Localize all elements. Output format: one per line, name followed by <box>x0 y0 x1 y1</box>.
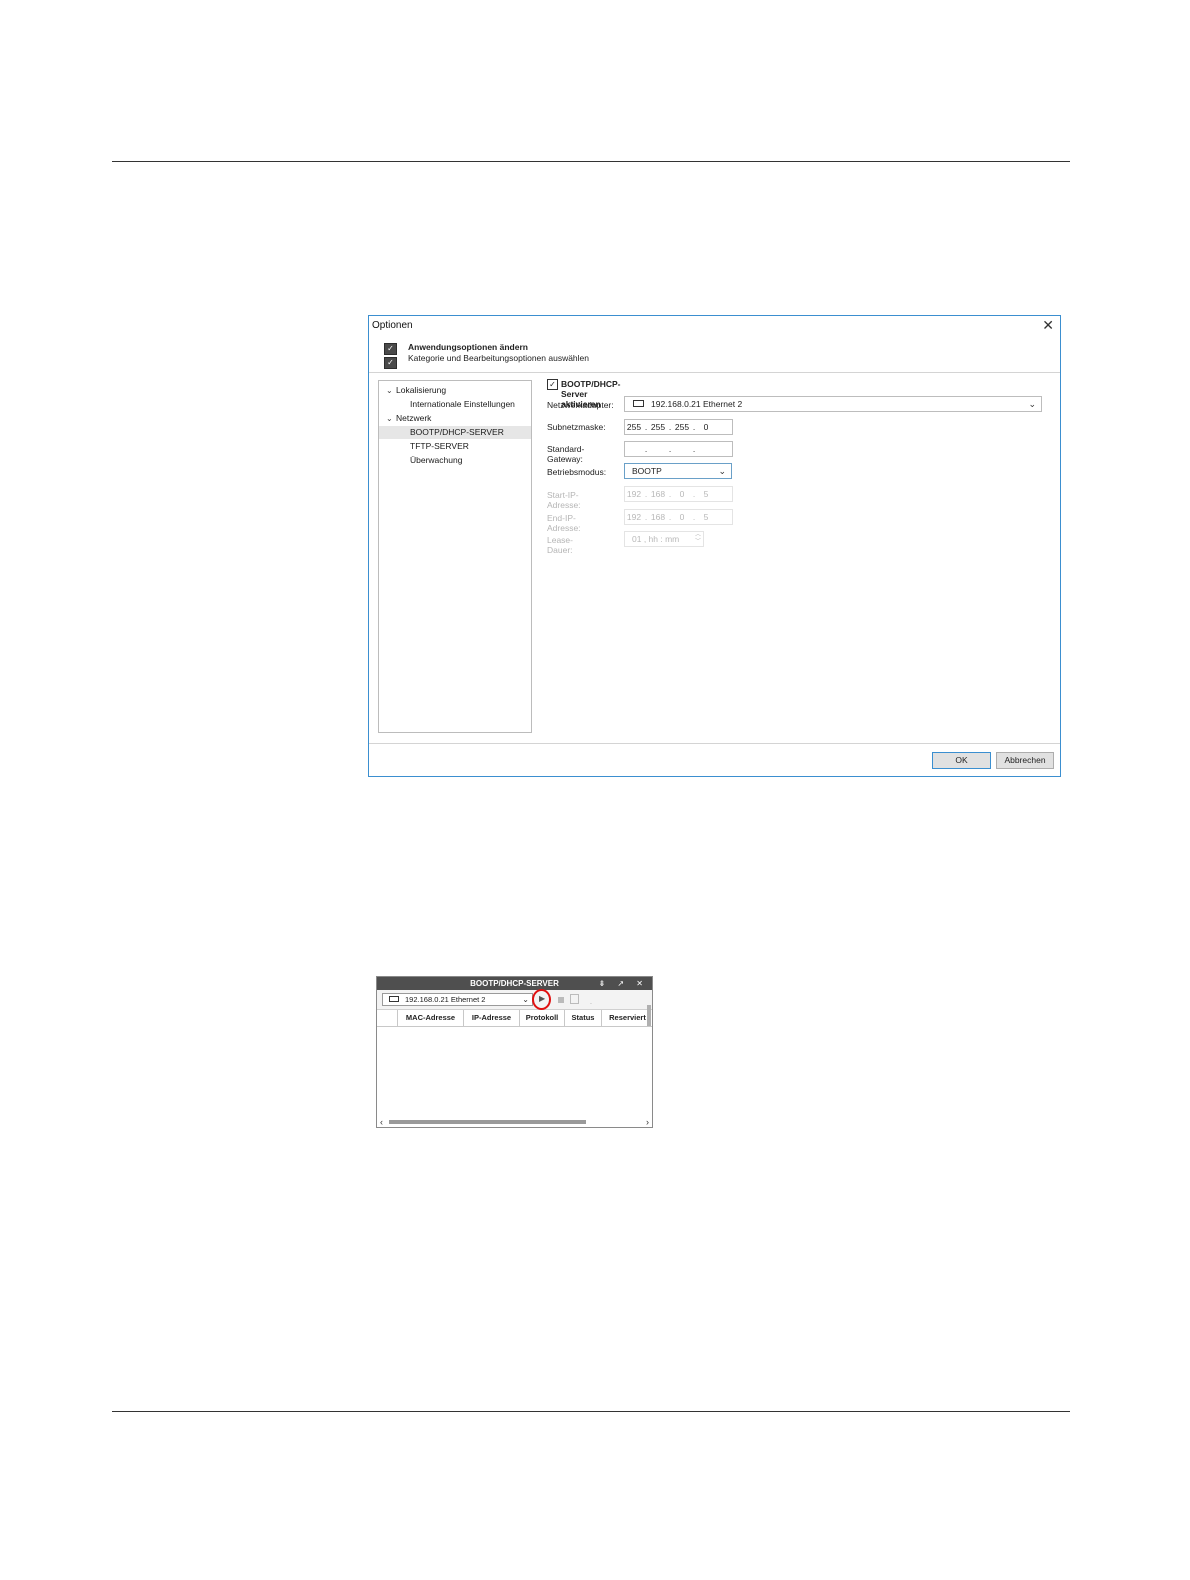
tree-item-label: Überwachung <box>410 455 463 465</box>
options-dialog: Optionen ✕ ✓ ✓ Anwendungsoptionen ändern … <box>368 315 1061 777</box>
netzwerkadapter-select[interactable]: 192.168.0.21 Ethernet 2 ⌄ <box>624 396 1042 412</box>
column-protokoll[interactable]: Protokoll <box>519 1010 564 1026</box>
stop-server-icon[interactable] <box>558 997 564 1003</box>
ip-octet: 192 <box>626 512 642 522</box>
enable-server-checkbox[interactable]: ✓ <box>547 379 558 390</box>
ip-octet[interactable]: 255 <box>625 420 643 434</box>
footer-divider <box>369 743 1060 744</box>
ip-octet: 5 <box>703 512 709 522</box>
tree-item-tftp-server[interactable]: TFTP-SERVER <box>379 440 531 453</box>
panel-adapter-select[interactable]: 192.168.0.21 Ethernet 2 ⌄ <box>382 993 533 1006</box>
column-mac-adresse[interactable]: MAC-Adresse <box>397 1010 463 1026</box>
ip-octet: 168 <box>650 489 666 499</box>
ip-octet: 0 <box>679 512 685 522</box>
cancel-button[interactable]: Abbrechen <box>996 752 1054 769</box>
tree-item-internationale-einstellungen[interactable]: Internationale Einstellungen <box>379 398 531 411</box>
tree-item-label: Lokalisierung <box>396 385 447 395</box>
chevron-down-icon: ⌄ <box>1028 399 1036 409</box>
column-reserviert[interactable]: Reserviert <box>601 1010 652 1026</box>
spinner-icon: ︿ ﹀ <box>694 532 701 545</box>
netzwerkadapter-value: 192.168.0.21 Ethernet 2 <box>651 399 743 409</box>
end-ip-field: 192. 168. 0. 5 <box>624 509 733 525</box>
betriebsmodus-value: BOOTP <box>632 466 662 476</box>
column-ip-adresse[interactable]: IP-Adresse <box>463 1010 519 1026</box>
lease-dauer-label: Lease-Dauer: <box>547 535 573 555</box>
options-checklist-icon: ✓ ✓ <box>384 343 398 369</box>
standard-gateway-field[interactable]: ... <box>624 441 733 457</box>
tree-item-label: BOOTP/DHCP-SERVER <box>410 427 504 437</box>
toolbar-separator: . <box>590 999 592 1006</box>
ip-octet: 168 <box>650 512 666 522</box>
subnetzmaske-field[interactable]: 255. 255. 255. 0 <box>624 419 733 435</box>
horizontal-scrollbar[interactable] <box>389 1120 586 1124</box>
dialog-header-title: Anwendungsoptionen ändern <box>408 342 528 352</box>
start-ip-label: Start-IP-Adresse: <box>547 490 581 510</box>
page-top-rule <box>112 161 1070 162</box>
chevron-down-icon: ⌄ <box>522 995 529 1004</box>
ok-button[interactable]: OK <box>932 752 991 769</box>
panel-toolbar: 192.168.0.21 Ethernet 2 ⌄ ▶ . <box>377 989 652 1027</box>
ip-octet[interactable]: 255 <box>649 420 667 434</box>
chevron-down-icon[interactable]: ⌄ <box>386 412 393 425</box>
bootp-dhcp-server-panel: BOOTP/DHCP-SERVER ⇟ ↗ ✕ 192.168.0.21 Eth… <box>376 976 653 1128</box>
ip-octet: 0 <box>679 489 685 499</box>
panel-window-icons[interactable]: ⇟ ↗ ✕ <box>598 977 648 990</box>
tree-item-label: TFTP-SERVER <box>410 441 469 451</box>
ip-octet[interactable]: 0 <box>697 420 715 434</box>
column-status[interactable]: Status <box>564 1010 601 1026</box>
betriebsmodus-select[interactable]: BOOTP ⌄ <box>624 463 732 479</box>
lease-dauer-value: 01 , hh : mm <box>632 534 680 544</box>
ip-octet[interactable]: 255 <box>673 420 691 434</box>
end-ip-label: End-IP-Adresse: <box>547 513 581 533</box>
ip-octet: 192 <box>626 489 642 499</box>
subnetzmaske-label: Subnetzmaske: <box>547 422 606 432</box>
start-ip-field: 192. 168. 0. 5 <box>624 486 733 502</box>
tree-item-lokalisierung[interactable]: ⌄ Lokalisierung <box>379 384 531 397</box>
dialog-header-subtitle: Kategorie und Bearbeitungsoptionen auswä… <box>408 353 589 363</box>
scroll-left-icon[interactable]: ‹ <box>380 1117 383 1127</box>
table-header: MAC-Adresse IP-Adresse Protokoll Status … <box>377 1010 652 1027</box>
tree-item-label: Netzwerk <box>396 413 432 423</box>
network-adapter-icon <box>389 996 399 1002</box>
header-divider <box>369 372 1060 373</box>
lease-dauer-field: 01 , hh : mm ︿ ﹀ <box>624 531 704 547</box>
panel-adapter-value: 192.168.0.21 Ethernet 2 <box>405 995 486 1004</box>
tree-item-ueberwachung[interactable]: Überwachung <box>379 454 531 467</box>
tree-item-netzwerk[interactable]: ⌄ Netzwerk <box>379 412 531 425</box>
chevron-down-icon[interactable]: ⌄ <box>386 384 393 397</box>
scroll-right-icon[interactable]: › <box>646 1117 649 1127</box>
start-server-icon[interactable]: ▶ <box>539 994 545 1003</box>
tree-item-label: Internationale Einstellungen <box>410 399 515 409</box>
chevron-down-icon: ⌄ <box>718 466 726 476</box>
dialog-title: Optionen <box>372 320 413 331</box>
tree-item-bootp-dhcp-server[interactable]: BOOTP/DHCP-SERVER <box>379 426 531 439</box>
close-icon[interactable]: ✕ <box>1042 317 1054 334</box>
ip-octet: 5 <box>703 489 709 499</box>
netzwerkadapter-label: Netzwerkadapter: <box>547 400 614 410</box>
category-tree: ⌄ Lokalisierung Internationale Einstellu… <box>378 380 532 733</box>
standard-gateway-label: Standard-Gateway: <box>547 444 585 464</box>
betriebsmodus-label: Betriebsmodus: <box>547 467 607 477</box>
network-adapter-icon <box>633 400 644 407</box>
page-bottom-rule <box>112 1411 1070 1412</box>
copy-icon[interactable] <box>570 994 579 1004</box>
